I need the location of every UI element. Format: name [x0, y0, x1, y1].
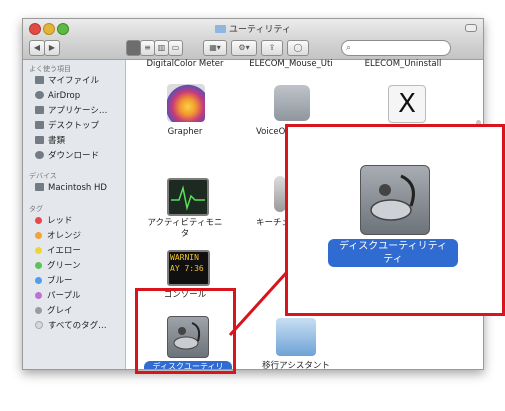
zoom-callout: ディスクユーティリティ ティ	[285, 124, 505, 316]
sidebar: よく使う項目 マイファイル AirDrop アプリケーシ… デスクトップ 書類 …	[23, 60, 126, 369]
window-title: ユーティリティ	[23, 22, 483, 35]
tag-dot-icon	[35, 247, 42, 254]
activity-monitor-icon[interactable]	[167, 178, 209, 216]
console-icon[interactable]: WARNIN AY 7:36	[167, 250, 210, 286]
sidebar-tag-purple[interactable]: パープル	[35, 289, 81, 303]
window-title-text: ユーティリティ	[229, 25, 291, 35]
all-my-files-icon	[35, 76, 44, 84]
sidebar-item-macintosh-hd[interactable]: Macintosh HD	[35, 181, 107, 195]
icon-view-button[interactable]	[126, 40, 141, 56]
sidebar-item-label: Macintosh HD	[48, 183, 107, 193]
sidebar-tag-red[interactable]: レッド	[35, 214, 73, 228]
console-time-text: AY 7:36	[170, 264, 204, 273]
sidebar-item-label: グレイ	[47, 306, 73, 316]
voiceover-utility-icon[interactable]	[274, 85, 310, 121]
tag-dot-icon	[35, 262, 42, 269]
file-label[interactable]: アクティビティモニ	[140, 218, 230, 229]
sidebar-item-label: パープル	[47, 291, 81, 301]
file-label[interactable]: ELECOM_Uninstall	[358, 59, 448, 70]
fullscreen-toggle[interactable]	[465, 24, 477, 32]
title-bar: ユーティリティ	[23, 19, 483, 37]
sidebar-tag-blue[interactable]: ブルー	[35, 274, 73, 288]
file-label[interactable]: DigitalColor Meter	[140, 59, 230, 70]
highlight-box	[135, 288, 236, 374]
sidebar-item-label: イエロー	[47, 246, 81, 256]
sidebar-item-label: マイファイル	[48, 76, 100, 86]
forward-button[interactable]: ▶	[44, 40, 60, 56]
file-label[interactable]: Grapher	[140, 127, 230, 138]
downloads-icon	[35, 151, 44, 159]
migration-assistant-icon[interactable]	[276, 318, 316, 356]
devices-header: デバイス	[29, 172, 57, 180]
callout-label-line1: ディスクユーティリティ	[338, 241, 448, 252]
sidebar-item-label: オレンジ	[47, 231, 82, 241]
console-warning-text: WARNIN	[170, 253, 199, 262]
sidebar-item-downloads[interactable]: ダウンロード	[35, 149, 99, 163]
sidebar-item-label: ダウンロード	[48, 151, 100, 161]
sidebar-item-label: 書類	[48, 136, 66, 146]
sidebar-item-label: アプリケーシ…	[48, 106, 108, 116]
back-button[interactable]: ◀	[29, 40, 45, 56]
disk-utility-large-icon	[360, 165, 430, 235]
sidebar-item-label: AirDrop	[48, 91, 81, 101]
airdrop-icon	[35, 91, 44, 99]
list-view-button[interactable]: ≡	[140, 40, 155, 56]
activity-graph-icon	[171, 185, 205, 211]
sidebar-item-label: すべてのタグ…	[48, 321, 107, 331]
hard-drive-icon	[35, 183, 44, 191]
favorites-header: よく使う項目	[29, 65, 71, 73]
tag-dot-icon	[35, 292, 42, 299]
toolbar: ◀ ▶ ≡ ▥ ▭ ▦▾ ⚙▾ ⇪ ◯ ⌕	[23, 37, 483, 60]
sidebar-item-applications[interactable]: アプリケーシ…	[35, 104, 107, 118]
grapher-icon[interactable]	[167, 84, 205, 122]
sidebar-tag-yellow[interactable]: イエロー	[35, 244, 81, 258]
x11-icon[interactable]: X	[388, 85, 426, 123]
tags-header: タグ	[29, 205, 43, 213]
tag-dot-icon	[35, 321, 43, 329]
folder-icon	[215, 25, 227, 33]
search-field[interactable]: ⌕	[341, 40, 451, 56]
sidebar-tag-all[interactable]: すべてのタグ…	[35, 319, 107, 333]
sidebar-item-label: グリーン	[47, 261, 81, 271]
search-icon: ⌕	[346, 43, 352, 53]
desktop-icon	[35, 121, 44, 129]
sidebar-item-label: レッド	[47, 216, 73, 226]
callout-label: ディスクユーティリティ ティ	[328, 239, 458, 267]
sidebar-item-all-my-files[interactable]: マイファイル	[35, 74, 99, 88]
sidebar-item-label: デスクトップ	[48, 121, 100, 131]
sidebar-tag-gray[interactable]: グレイ	[35, 304, 73, 318]
callout-label-line2: ティ	[383, 254, 403, 265]
sidebar-item-label: ブルー	[47, 276, 73, 286]
coverflow-view-button[interactable]: ▭	[168, 40, 183, 56]
tag-dot-icon	[35, 232, 42, 239]
tag-dot-icon	[35, 307, 42, 314]
sidebar-item-airdrop[interactable]: AirDrop	[35, 89, 80, 103]
sidebar-item-desktop[interactable]: デスクトップ	[35, 119, 99, 133]
column-view-button[interactable]: ▥	[154, 40, 169, 56]
file-label[interactable]: 移行アシスタント	[246, 361, 346, 369]
tags-button[interactable]: ◯	[287, 40, 309, 56]
sidebar-item-documents[interactable]: 書類	[35, 134, 65, 148]
share-button[interactable]: ⇪	[261, 40, 283, 56]
sidebar-tag-green[interactable]: グリーン	[35, 259, 81, 273]
stethoscope-icon	[370, 174, 415, 221]
applications-icon	[35, 106, 44, 114]
tag-dot-icon	[35, 217, 42, 224]
file-label[interactable]: ELECOM_Mouse_Uti	[246, 59, 336, 70]
arrange-menu-button[interactable]: ▦▾	[203, 40, 227, 56]
documents-icon	[35, 136, 44, 144]
action-gear-button[interactable]: ⚙▾	[231, 40, 257, 56]
sidebar-tag-orange[interactable]: オレンジ	[35, 229, 81, 243]
file-label[interactable]: タ	[140, 229, 230, 240]
tag-dot-icon	[35, 277, 42, 284]
